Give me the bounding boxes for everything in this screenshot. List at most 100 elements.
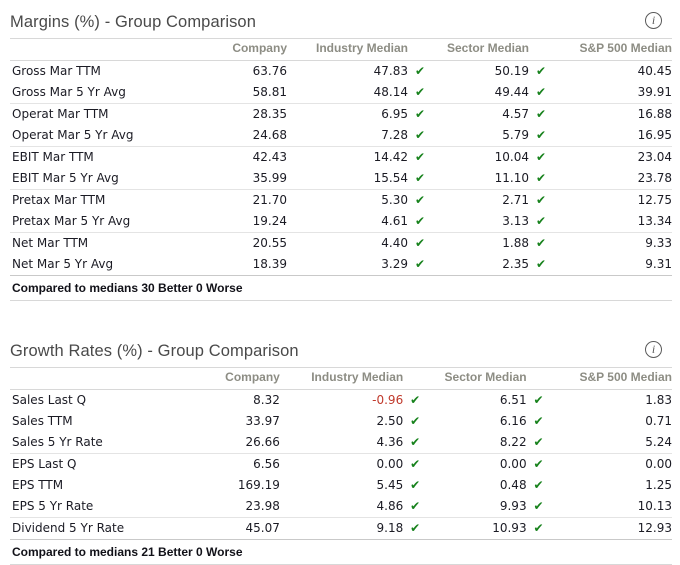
cell-company: 19.24 — [188, 211, 309, 233]
group-comparison-page: Margins (%) - Group Comparison i Company In… — [0, 0, 680, 565]
row-label: EPS Last Q — [12, 457, 77, 471]
cell-sp500-value: 9.33 — [645, 236, 672, 250]
table-row: Net Mar TTM 20.55 4.40 ✔ 1.88 ✔ 9.33✔ — [10, 233, 680, 255]
cell-sp500-value: 23.78 — [637, 171, 672, 185]
table-row: Operat Mar 5 Yr Avg24.68 7.28 ✔ 5.79 ✔ 16.95✔ — [10, 125, 680, 147]
row-label: EPS TTM — [12, 478, 64, 492]
table-row: EBIT Mar TTM 42.43 14.42 ✔ 10.04 ✔ 23.04✔ — [10, 147, 680, 169]
cell-sector: 4.57 ✔ — [430, 104, 551, 126]
cell-sector-value: 3.13 — [502, 214, 529, 228]
row-label: Sales TTM — [12, 414, 73, 428]
table-footer: Compared to medians 30 Better 0 Worse — [10, 275, 672, 301]
row-label: EBIT Mar 5 Yr Avg — [10, 168, 188, 190]
column-header-2: Industry Median — [301, 367, 426, 390]
cell-sector-value: 6.16 — [499, 414, 527, 428]
cell-sector-value: 9.93 — [499, 499, 527, 513]
info-circle-icon[interactable]: i — [645, 341, 662, 358]
row-label: EBIT Mar TTM — [12, 150, 94, 164]
cell-industry-value: -0.96 — [372, 393, 404, 407]
cell-industry-value: 5.30 — [381, 193, 408, 207]
header-row: Company Industry Median Sector Median S&P 5… — [10, 367, 672, 390]
cell-industry: 4.61 ✔ — [309, 211, 430, 233]
cell-company: 169.19 — [237, 478, 280, 492]
column-header-3: Sector Median — [425, 367, 549, 390]
cell-sector: 1.88 ✔ — [430, 233, 551, 255]
cell-sector-value: 0.48 — [499, 478, 527, 492]
check-icon: ✔ — [535, 214, 546, 228]
row-label: Net Mar 5 Yr Avg — [12, 257, 114, 271]
cell-industry: 4.86 ✔ — [301, 496, 426, 518]
cell-sector-value: 0.00 — [499, 457, 527, 471]
panel-1: Margins (%) - Group Comparison i Company In… — [0, 0, 680, 301]
cell-sp500-value: 13.34 — [637, 214, 672, 228]
cell-sp500-value: 12.93 — [637, 521, 672, 535]
check-icon: ✔ — [410, 521, 421, 535]
table-row: Net Mar 5 Yr Avg 18.39 3.29 ✔ 2.35 ✔ 9.31✔ — [10, 254, 680, 276]
cell-sp500-value: 39.91 — [637, 85, 672, 99]
row-label: Sales Last Q — [12, 393, 87, 407]
check-icon: ✔ — [414, 107, 425, 121]
check-icon: ✔ — [535, 171, 546, 185]
cell-sp500: 0.00✔ — [549, 454, 680, 476]
panel-spacer — [0, 301, 680, 321]
table-row: Sales 5 Yr Rate26.66 4.36 ✔ 8.22 ✔ 5.24✔ — [10, 432, 680, 454]
cell-sp500-value: 16.88 — [637, 107, 672, 121]
cell-sector-value: 50.19 — [494, 64, 529, 78]
cell-sector-value: 10.04 — [494, 150, 529, 164]
cell-sp500: 13.34✔ — [551, 211, 680, 233]
cell-industry-value: 0.00 — [376, 457, 404, 471]
cell-company: 26.66 — [178, 432, 302, 454]
check-icon: ✔ — [533, 414, 544, 428]
page-title: Margins (%) - Group Comparison — [10, 13, 256, 31]
cell-company: 58.81 — [188, 82, 309, 104]
cell-sp500: 1.83✔ — [549, 390, 680, 412]
cell-industry: 47.83 ✔ — [309, 61, 430, 83]
cell-sector-value: 49.44 — [494, 85, 529, 99]
check-icon: ✔ — [533, 521, 544, 535]
check-icon: ✔ — [533, 499, 544, 513]
row-label: Gross Mar TTM — [12, 64, 101, 78]
column-header-1: Company — [178, 367, 302, 390]
check-icon: ✔ — [535, 107, 546, 121]
footer-summary: Compared to medians 30 Better 0 Worse — [10, 275, 672, 301]
cell-industry-value: 47.83 — [373, 64, 408, 78]
cell-sector: 3.13 ✔ — [430, 211, 551, 233]
check-icon: ✔ — [533, 393, 544, 407]
cell-industry-value: 3.29 — [381, 257, 408, 271]
cell-sp500: 16.95✔ — [551, 125, 680, 147]
comparison-table: Company Industry Median Sector Median S&P 5… — [10, 38, 680, 301]
table-body: Sales Last Q8.32-0.96✔6.51✔1.83✔Sales TT… — [10, 390, 680, 540]
cell-sp500-value: 0.00 — [645, 457, 672, 471]
cell-sp500-value: 40.45 — [637, 64, 672, 78]
cell-sp500-value: 16.95 — [637, 128, 672, 142]
footer-row: Compared to medians 21 Better 0 Worse — [10, 539, 672, 565]
cell-sp500: 9.31✔ — [551, 254, 680, 276]
check-icon: ✔ — [414, 85, 425, 99]
check-icon: ✔ — [414, 150, 425, 164]
cell-industry-value: 4.36 — [376, 435, 404, 449]
cell-company: 20.55 — [252, 236, 287, 250]
cell-sector-value: 11.10 — [494, 171, 529, 185]
row-label: Pretax Mar 5 Yr Avg — [10, 211, 188, 233]
cell-industry: 4.40 ✔ — [309, 233, 430, 255]
check-icon: ✔ — [535, 128, 546, 142]
table-row: Sales Last Q 8.32 -0.96 ✔ 6.51 ✔ 1.83✔ — [10, 390, 680, 412]
cell-industry: 7.28 ✔ — [309, 125, 430, 147]
panel-header: Margins (%) - Group Comparison i — [0, 0, 680, 38]
cell-sector: 9.93 ✔ — [425, 496, 549, 518]
cell-sp500: 40.45✔ — [551, 61, 680, 83]
cell-industry-value: 7.28 — [381, 128, 408, 142]
check-icon: ✔ — [535, 64, 546, 78]
cell-sp500-value: 1.83 — [645, 393, 672, 407]
cell-sector-value: 2.71 — [502, 193, 529, 207]
cell-sector: 10.04 ✔ — [430, 147, 551, 169]
table-footer: Compared to medians 21 Better 0 Worse — [10, 539, 672, 565]
cell-sector-value: 10.93 — [492, 521, 527, 535]
cell-industry: 4.36 ✔ — [301, 432, 426, 454]
table-row: EPS 5 Yr Rate23.98 4.86 ✔ 9.93 ✔ 10.13✔ — [10, 496, 680, 518]
info-circle-icon[interactable]: i — [645, 12, 662, 29]
row-label: Dividend 5 Yr Rate — [12, 521, 125, 535]
check-icon: ✔ — [535, 257, 546, 271]
check-icon: ✔ — [414, 236, 425, 250]
cell-sector: 5.79 ✔ — [430, 125, 551, 147]
